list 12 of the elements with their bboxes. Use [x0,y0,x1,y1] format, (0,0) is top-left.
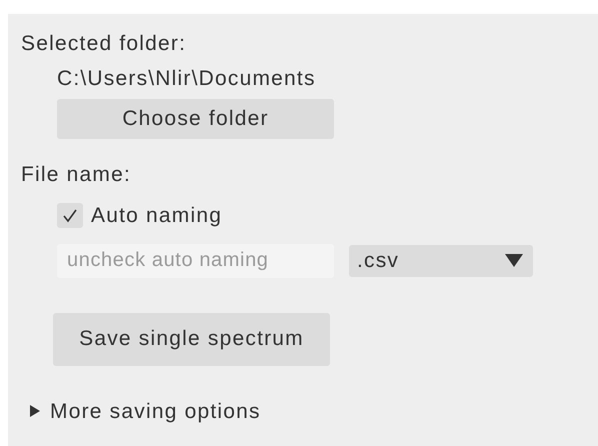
file-name-label: File name: [21,163,132,187]
auto-naming-label: Auto naming [91,203,222,229]
checkmark-icon [62,208,78,224]
caret-icon [505,254,523,267]
folder-label: Selected folder: [21,33,188,55]
expand-triangle-icon [30,405,40,418]
extension-dropdown[interactable]: .csv [349,244,533,276]
auto-naming-checkbox[interactable] [57,203,83,228]
choose-folder-button[interactable]: Choose folder [57,99,334,139]
save-spectrum-button[interactable]: Save single spectrum [53,312,330,366]
folder-path: C:\Users\Nlir\Documents [57,67,317,91]
more-saving-options-toggle[interactable]: More saving options [30,396,261,427]
